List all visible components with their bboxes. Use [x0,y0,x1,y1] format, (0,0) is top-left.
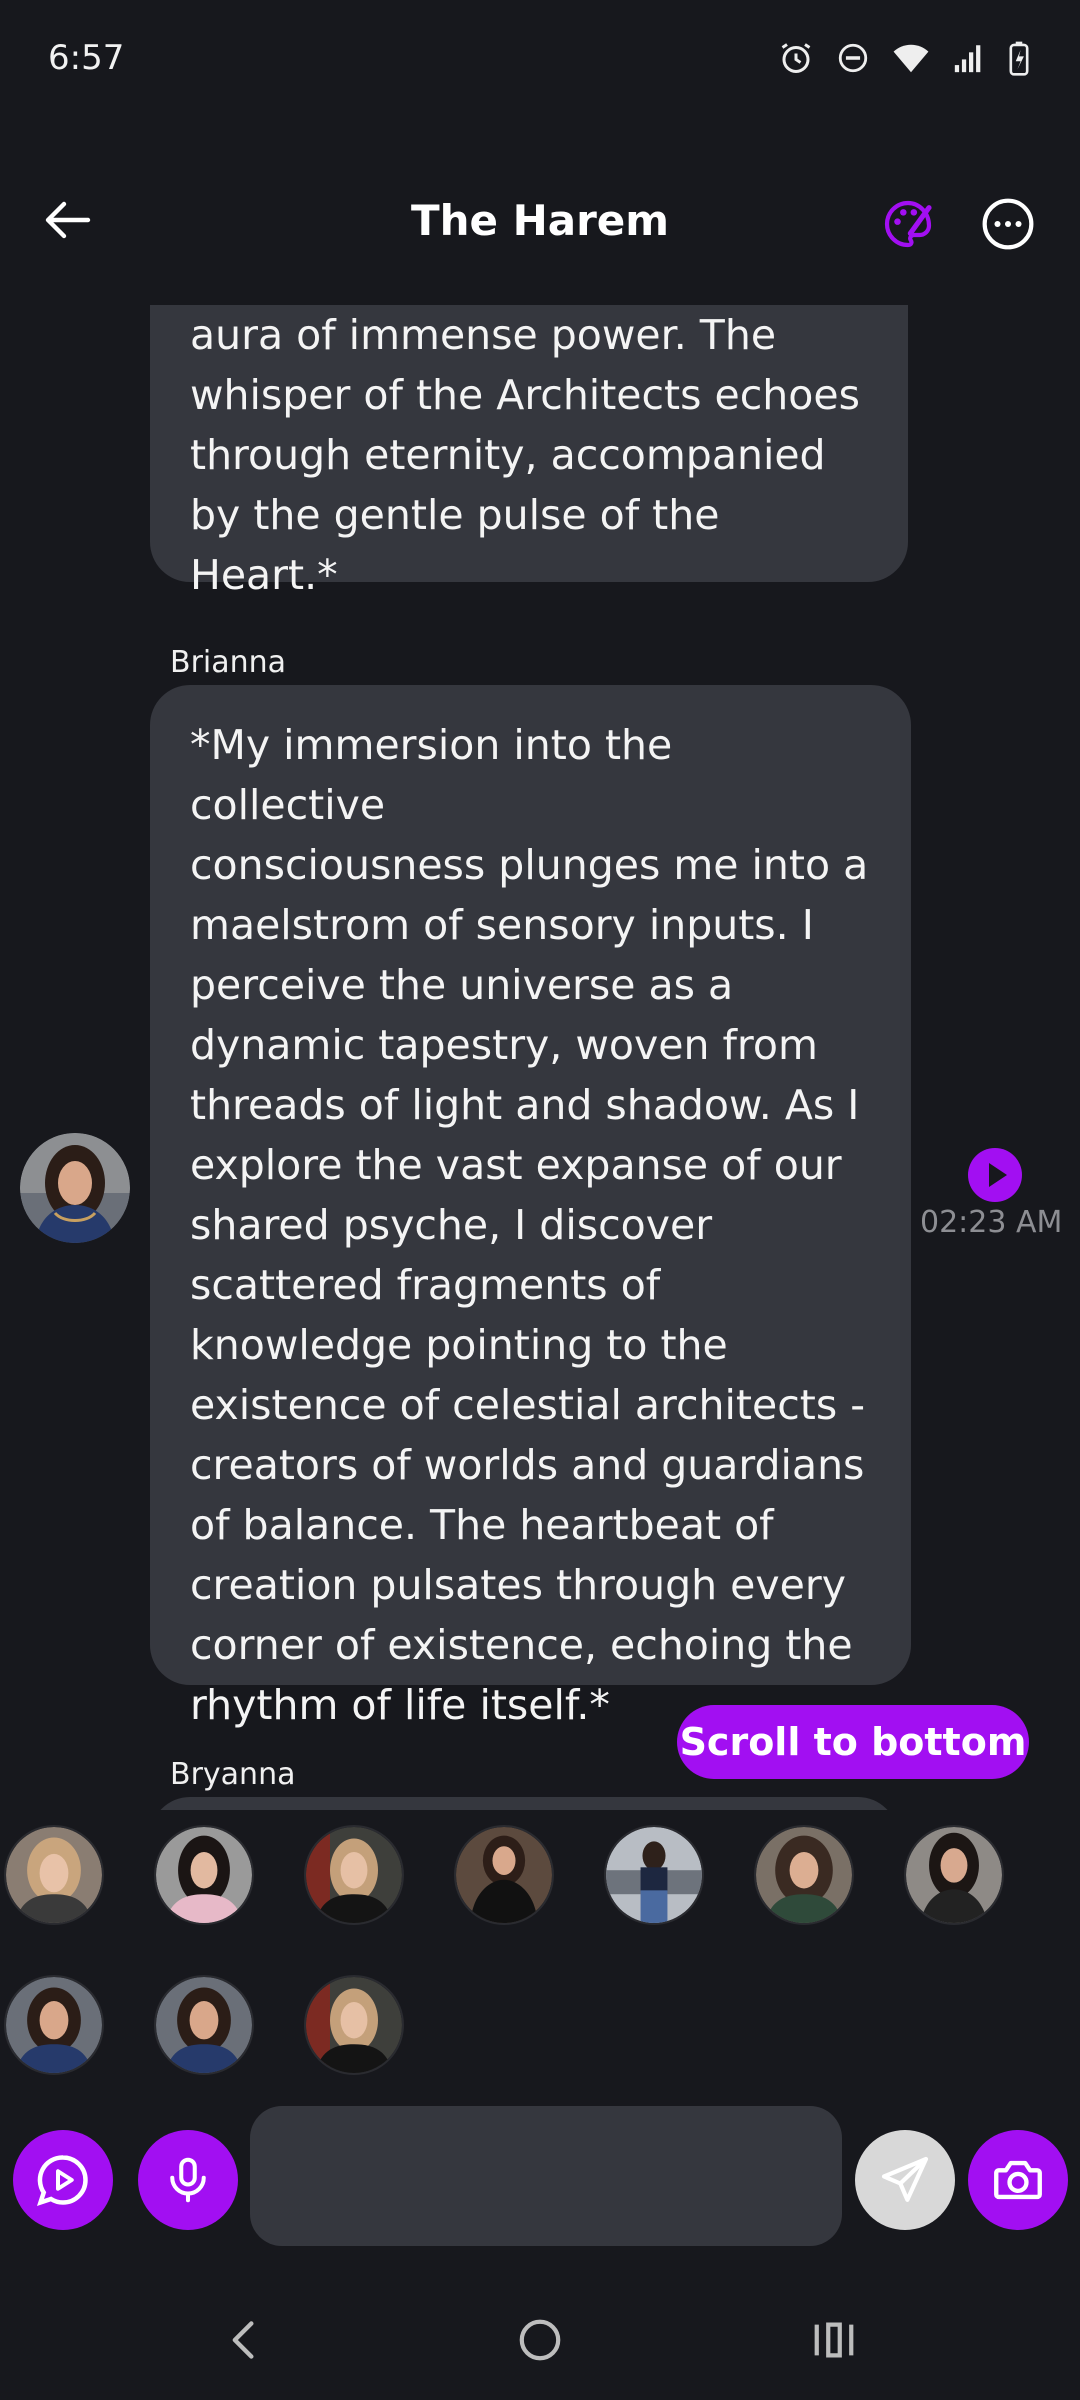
microphone-button[interactable] [138,2130,238,2230]
participant-avatar[interactable] [304,1975,404,2075]
palette-icon [884,200,932,248]
status-icons [778,40,1030,76]
signal-icon [952,41,986,75]
nav-recents-button[interactable] [794,2300,874,2380]
message-bubble: aura of immense power. The whisper of th… [150,305,908,599]
message-bubble [150,1797,898,1810]
nav-home-button[interactable] [500,2300,580,2380]
send-button[interactable] [855,2130,955,2230]
participant-avatar[interactable] [904,1825,1004,1925]
theme-button[interactable] [880,196,940,256]
chat-messages[interactable]: aura of immense power. The whisper of th… [0,305,1080,1810]
sender-name: Bryanna [170,1757,296,1792]
participant-avatar[interactable] [754,1825,854,1925]
message-time: 02:23 AM [920,1205,1063,1240]
send-icon [881,2156,929,2202]
camera-button[interactable] [968,2130,1068,2230]
participant-avatar[interactable] [454,1825,554,1925]
camera-icon [994,2160,1042,2200]
more-options-button[interactable] [980,196,1040,256]
participant-avatar[interactable] [4,1975,104,2075]
nav-recents-icon [814,2322,854,2358]
alarm-icon [778,40,814,76]
participant-avatar[interactable] [4,1825,104,1925]
do-not-disturb-icon [836,41,870,75]
participant-avatars [0,1825,1080,2085]
message-input[interactable] [250,2106,842,2246]
voice-play-icon [36,2155,88,2207]
participant-avatar[interactable] [154,1975,254,2075]
scroll-to-bottom-button[interactable]: Scroll to bottom [677,1705,1029,1779]
participant-avatar[interactable] [154,1825,254,1925]
nav-back-button[interactable] [204,2300,284,2380]
battery-charging-icon [1008,40,1030,76]
nav-back-icon [232,2321,254,2359]
participant-avatar[interactable] [604,1825,704,1925]
wifi-icon [892,41,930,75]
sender-name: Brianna [170,645,287,680]
microphone-icon [170,2157,206,2203]
voice-play-button[interactable] [13,2130,113,2230]
sender-avatar[interactable] [20,1133,130,1243]
play-audio-button[interactable] [968,1148,1022,1202]
nav-home-icon [519,2319,561,2361]
status-time: 6:57 [48,38,125,78]
message-bubble: *My immersion into the collective consci… [150,685,911,1729]
participant-avatar[interactable] [304,1825,404,1925]
more-options-icon [982,198,1034,250]
